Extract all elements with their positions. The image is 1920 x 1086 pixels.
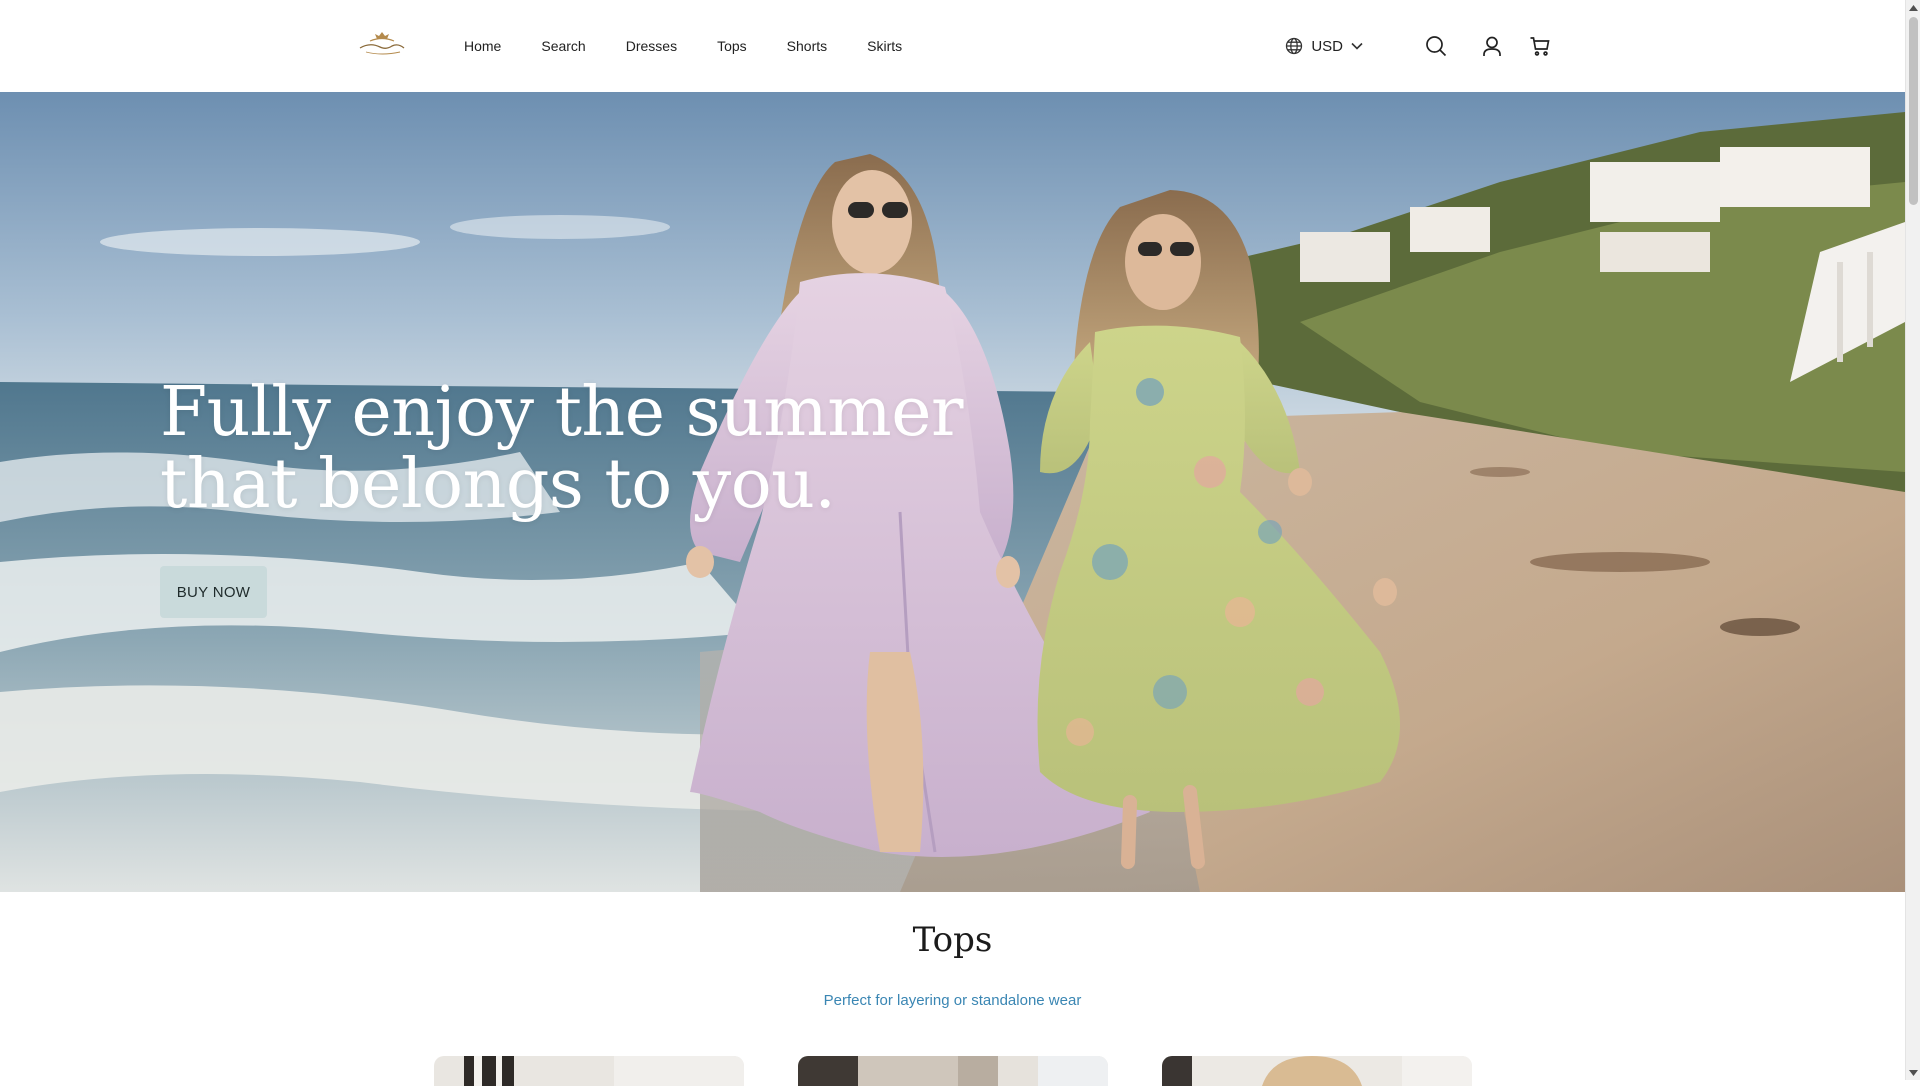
main-nav: Home Search Dresses Tops Shorts Skirts <box>464 0 942 92</box>
scroll-down-arrow-icon[interactable] <box>1906 1065 1920 1080</box>
scroll-up-arrow-icon[interactable] <box>1906 0 1920 15</box>
page-scrollbar[interactable] <box>1905 0 1920 1080</box>
nav-shorts[interactable]: Shorts <box>787 38 827 54</box>
header-utilities: USD <box>1285 0 1553 92</box>
product-image <box>798 1056 1108 1086</box>
account-icon[interactable] <box>1479 33 1505 59</box>
nav-dresses[interactable]: Dresses <box>626 38 677 54</box>
product-image <box>434 1056 744 1086</box>
site-header: Home Search Dresses Tops Shorts Skirts U… <box>0 0 1905 92</box>
nav-tops[interactable]: Tops <box>717 38 747 54</box>
currency-label: USD <box>1311 37 1343 55</box>
product-card[interactable] <box>434 1056 744 1086</box>
search-icon[interactable] <box>1423 33 1449 59</box>
product-card[interactable] <box>798 1056 1108 1086</box>
nav-home[interactable]: Home <box>464 38 501 54</box>
section-subtitle: Perfect for layering or standalone wear <box>823 992 1082 1009</box>
chevron-down-icon <box>1351 42 1363 50</box>
hero-banner: Fully enjoy the summer that belongs to y… <box>0 92 1905 892</box>
buy-now-button[interactable]: BUY NOW <box>160 566 267 618</box>
cart-icon[interactable] <box>1527 33 1553 59</box>
currency-selector[interactable]: USD <box>1285 37 1363 55</box>
product-card[interactable] <box>1162 1056 1472 1086</box>
hero-title: Fully enjoy the summer that belongs to y… <box>160 373 963 524</box>
nav-skirts[interactable]: Skirts <box>867 38 902 54</box>
product-image <box>1162 1056 1472 1086</box>
section-title: Tops <box>912 920 993 960</box>
globe-icon <box>1285 37 1303 55</box>
scrollbar-thumb[interactable] <box>1909 17 1918 205</box>
nav-search[interactable]: Search <box>541 38 585 54</box>
brand-logo[interactable] <box>356 26 408 62</box>
